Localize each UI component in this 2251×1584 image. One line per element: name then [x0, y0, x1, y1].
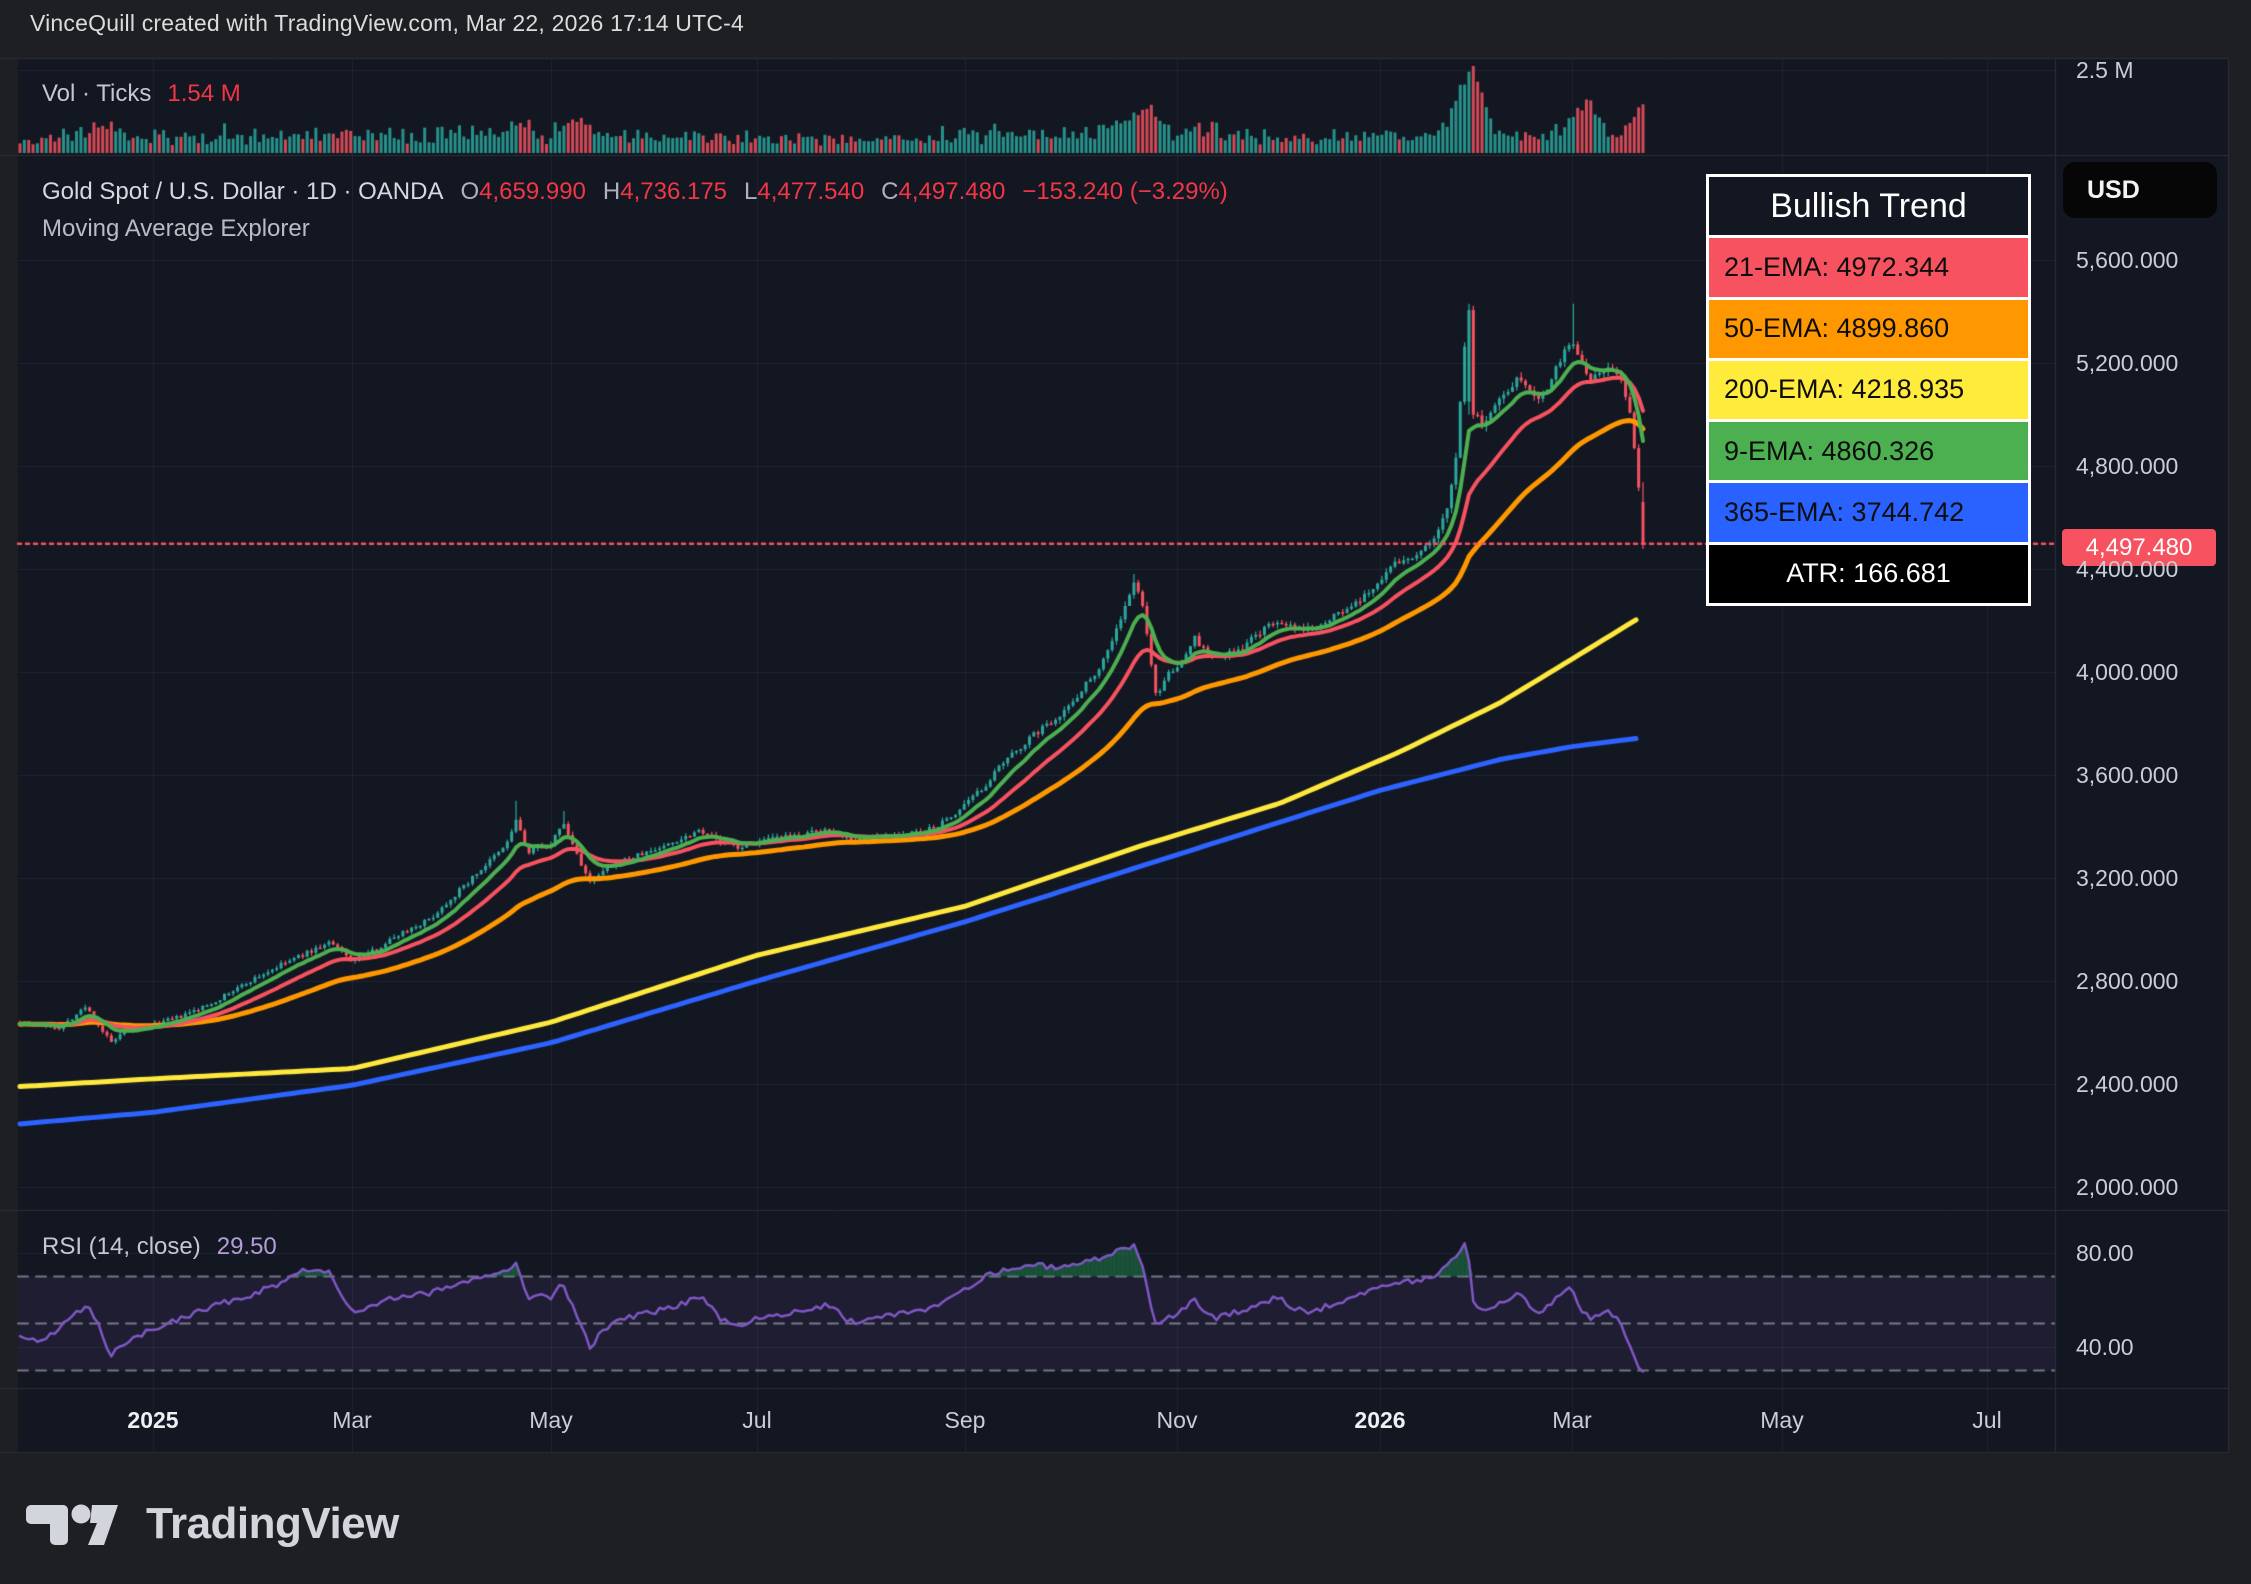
price-axis-label: 4,800.000: [2076, 452, 2178, 480]
price-axis-label: 2,000.000: [2076, 1173, 2178, 1201]
open-value: 4,659.990: [479, 178, 586, 205]
price-axis-label: 4,000.000: [2076, 658, 2178, 686]
time-axis-label: Jul: [1937, 1407, 2037, 1434]
price-axis-label: 2,400.000: [2076, 1070, 2178, 1098]
high-label: H: [603, 178, 620, 205]
price-axis-label: 3,200.000: [2076, 864, 2178, 892]
symbol-info-row: Gold Spot / U.S. Dollar · 1D · OANDA O4,6…: [42, 178, 1228, 206]
time-axis-label: Sep: [915, 1407, 1015, 1434]
open-label: O: [460, 178, 479, 205]
indicator-title-ma-explorer[interactable]: Moving Average Explorer: [42, 215, 310, 243]
close-value: 4,497.480: [899, 178, 1006, 205]
legend-row-50ema: 50-EMA: 4899.860: [1709, 300, 2028, 358]
rsi-axis-label: 80.00: [2076, 1239, 2134, 1267]
price-axis-label: 2,800.000: [2076, 967, 2178, 995]
time-axis-label: Mar: [1522, 1407, 1622, 1434]
time-axis-label: Mar: [302, 1407, 402, 1434]
currency-toggle-button[interactable]: USD: [2063, 162, 2217, 218]
legend-row-atr: ATR: 166.681: [1709, 545, 2028, 603]
low-label: L: [744, 178, 757, 205]
legend-row-200ema: 200-EMA: 4218.935: [1709, 361, 2028, 419]
change-value: −153.240 (−3.29%): [1022, 178, 1228, 205]
rsi-indicator-row: RSI (14, close) 29.50: [42, 1233, 277, 1261]
time-axis-label: 2026: [1330, 1407, 1430, 1434]
volume-indicator-row: Vol · Ticks 1.54 M: [42, 80, 241, 108]
time-axis-label: May: [1732, 1407, 1832, 1434]
legend-row-9ema: 9-EMA: 4860.326: [1709, 422, 2028, 480]
rsi-axis-label: 40.00: [2076, 1333, 2134, 1361]
volume-indicator-title[interactable]: Vol · Ticks: [42, 80, 151, 107]
high-value: 4,736.175: [620, 178, 727, 205]
tradingview-logo-icon: [26, 1496, 120, 1552]
volume-axis-label: 2.5 M: [2076, 56, 2134, 84]
legend-row-365ema: 365-EMA: 3744.742: [1709, 483, 2028, 541]
header-attribution: VinceQuill created with TradingView.com,…: [30, 10, 744, 37]
tradingview-logo-text: TradingView: [146, 1499, 399, 1549]
rsi-value: 29.50: [217, 1233, 277, 1260]
legend-title: Bullish Trend: [1709, 177, 2028, 235]
price-axis-label: 5,200.000: [2076, 349, 2178, 377]
legend-row-21ema: 21-EMA: 4972.344: [1709, 238, 2028, 296]
ma-legend-panel[interactable]: Bullish Trend 21-EMA: 4972.344 50-EMA: 4…: [1706, 174, 2031, 606]
volume-value: 1.54 M: [167, 80, 240, 107]
time-axis-label: Jul: [707, 1407, 807, 1434]
price-axis-label: 5,600.000: [2076, 246, 2178, 274]
rsi-indicator-title[interactable]: RSI (14, close): [42, 1233, 201, 1260]
tradingview-logo[interactable]: TradingView: [26, 1496, 399, 1552]
price-axis-label: 4,400.000: [2076, 555, 2178, 583]
tradingview-screenshot: VinceQuill created with TradingView.com,…: [0, 0, 2251, 1584]
low-value: 4,477.540: [757, 178, 864, 205]
time-axis-label: 2025: [103, 1407, 203, 1434]
close-label: C: [881, 178, 898, 205]
time-axis-label: Nov: [1127, 1407, 1227, 1434]
time-axis-label: May: [501, 1407, 601, 1434]
symbol-title[interactable]: Gold Spot / U.S. Dollar · 1D · OANDA: [42, 178, 443, 205]
price-axis-label: 3,600.000: [2076, 761, 2178, 789]
